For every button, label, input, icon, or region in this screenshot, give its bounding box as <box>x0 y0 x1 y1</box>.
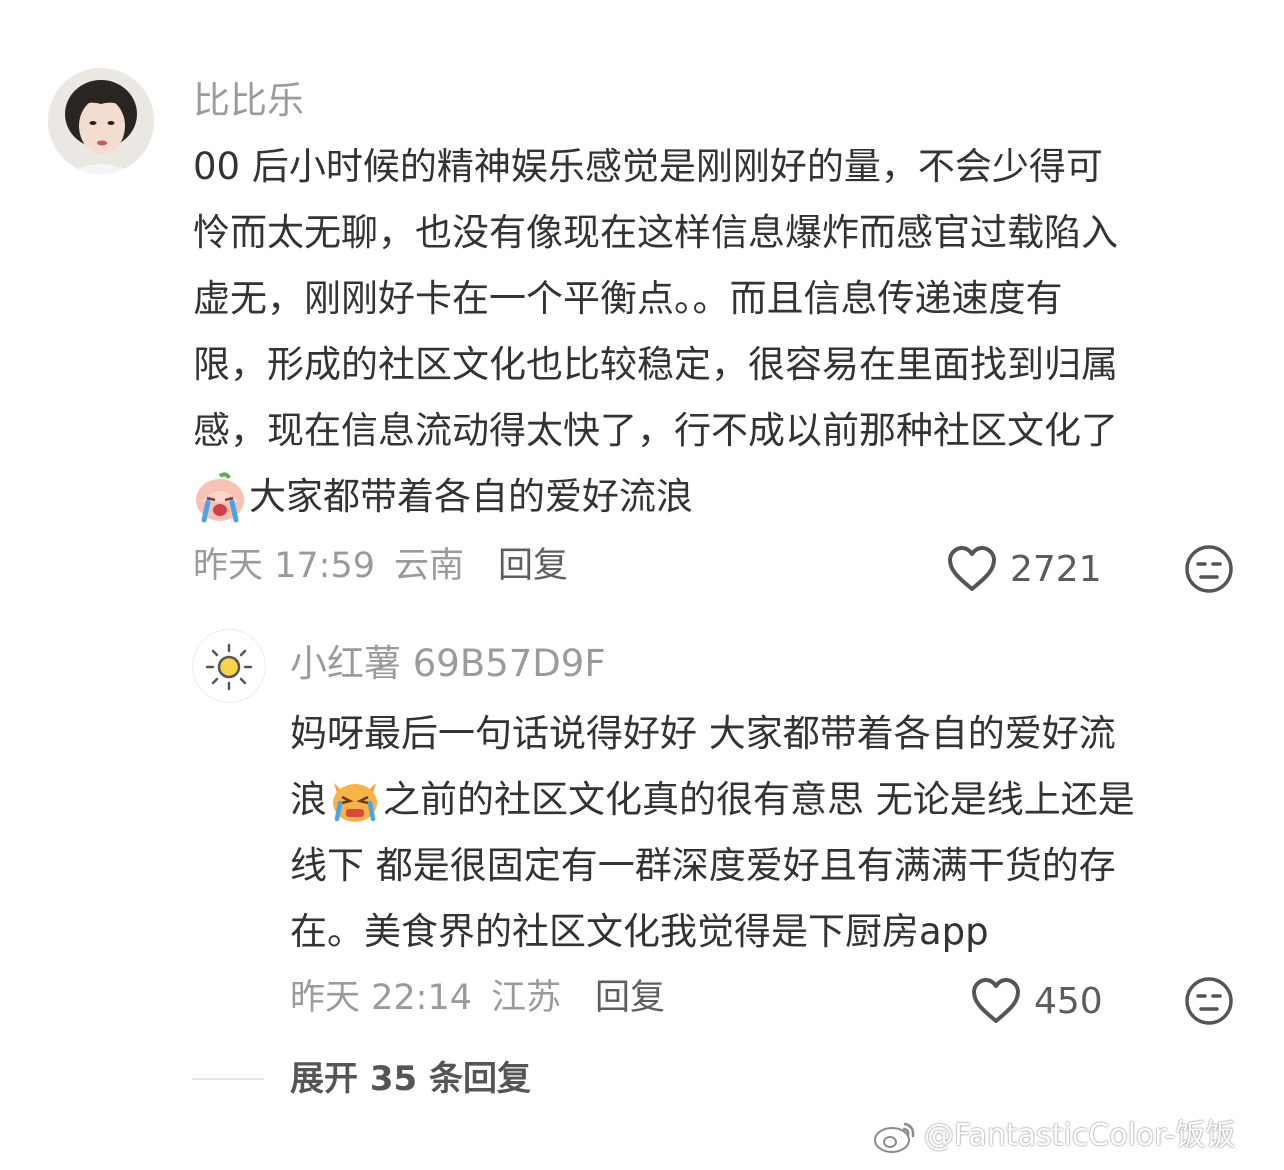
reply-text-line: 在。美食界的社区文化我觉得是下厨房app <box>290 910 989 953</box>
reply-like-count: 450 <box>1034 981 1103 1022</box>
comment-text-line: 限，形成的社区文化也比较稳定，很容易在里面找到归属 <box>193 343 1118 386</box>
reply-timestamp: 昨天 22:14 江苏 <box>290 981 561 1016</box>
comment-text-line: 00 后小时候的精神娱乐感觉是刚刚好的量，不会少得可 <box>193 145 1103 188</box>
watermark-text: @FantasticColor-饭饭 <box>924 1118 1236 1153</box>
divider <box>192 1078 264 1080</box>
reply-text: 妈呀最后一句话说得好好 大家都带着各自的爱好流 浪 之前的社区文化真的很有意思 … <box>290 701 1135 965</box>
reply-time: 昨天 22:14 <box>290 978 472 1018</box>
heart-icon[interactable] <box>946 545 998 593</box>
reply-text-fragment: 浪 <box>290 778 327 821</box>
reply-text-line: 妈呀最后一句话说得好好 大家都带着各自的爱好流 <box>290 712 1116 755</box>
crying-peach-emoji-icon <box>193 470 247 524</box>
comment-text-line: 虚无，刚刚好卡在一个平衡点。。而且信息传递速度有 <box>193 277 1063 320</box>
crying-cat-emoji-icon <box>328 773 382 827</box>
reply-to-reply-button[interactable]: 回复 <box>595 981 665 1016</box>
reply-location: 江苏 <box>491 978 562 1018</box>
weibo-logo-icon <box>872 1118 918 1154</box>
sun-icon <box>205 643 253 691</box>
avatar[interactable] <box>48 68 154 174</box>
comment-location: 云南 <box>394 546 465 586</box>
comment-text-last-line: 大家都带着各自的爱好流浪 <box>193 464 1118 530</box>
like-count: 2721 <box>1010 549 1102 590</box>
reply-text-line-with-emoji: 浪 之前的社区文化真的很有意思 无论是线上还是 <box>290 767 1135 833</box>
comment-username[interactable]: 比比乐 <box>193 82 304 119</box>
expand-replies-button[interactable]: 展开 35 条回复 <box>290 1062 531 1096</box>
reply-text-fragment: 之前的社区文化真的很有意思 无论是线上还是 <box>383 778 1135 821</box>
comment-time: 昨天 17:59 <box>193 546 375 586</box>
comment-text: 00 后小时候的精神娱乐感觉是刚刚好的量，不会少得可 怜而太无聊，也没有像现在这… <box>193 134 1118 530</box>
comment-text-line: 感，现在信息流动得太快了，行不成以前那种社区文化了 <box>193 409 1118 452</box>
watermark: @FantasticColor-饭饭 <box>872 1118 1236 1154</box>
dislike-face-icon[interactable] <box>1184 544 1234 594</box>
reply-button[interactable]: 回复 <box>498 549 568 584</box>
reply-avatar[interactable] <box>193 630 265 702</box>
reply-text-line: 线下 都是很固定有一群深度爱好且有满满干货的存 <box>290 844 1116 887</box>
reply-username[interactable]: 小红薯 69B57D9F <box>290 645 606 682</box>
comment-text-line: 怜而太无聊，也没有像现在这样信息爆炸而感官过载陷入 <box>193 211 1118 254</box>
dislike-face-icon[interactable] <box>1184 976 1234 1026</box>
heart-icon[interactable] <box>970 977 1022 1025</box>
comment-text-line: 大家都带着各自的爱好流浪 <box>249 475 693 518</box>
comment-timestamp: 昨天 17:59 云南 <box>193 549 464 584</box>
